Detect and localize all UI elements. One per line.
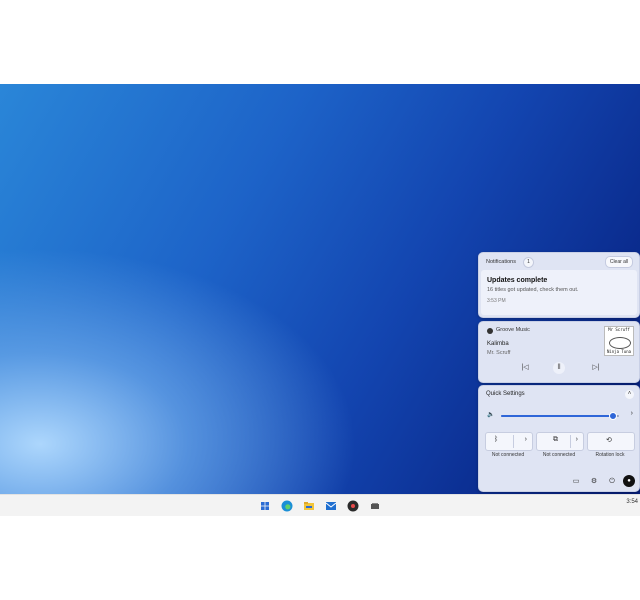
next-track-icon[interactable]: ▷| bbox=[590, 362, 602, 374]
notification-time: 3:53 PM bbox=[487, 298, 506, 304]
start-icon[interactable] bbox=[258, 499, 272, 513]
user-icon[interactable]: ● bbox=[623, 475, 635, 487]
rotation-lock-icon: ⟲ bbox=[606, 437, 612, 444]
album-art: Mr Scruff Ninja Tuna bbox=[604, 326, 634, 356]
previous-track-icon[interactable]: |◁ bbox=[519, 362, 531, 374]
tile-divider bbox=[513, 435, 514, 448]
speaker-icon[interactable]: 🔈 bbox=[487, 411, 494, 418]
notification-body: 16 titles got updated, check them out. bbox=[487, 287, 579, 293]
file-explorer-icon[interactable] bbox=[302, 499, 316, 513]
groove-music-icon bbox=[487, 328, 493, 334]
battery-icon[interactable]: ▭ bbox=[571, 477, 581, 487]
notifications-header: Notifications bbox=[486, 259, 516, 265]
taskbar: 3:54 bbox=[0, 494, 640, 516]
pause-icon[interactable]: ll bbox=[553, 362, 565, 374]
track-artist: Mr. Scruff bbox=[487, 350, 511, 356]
notification-count-badge: 1 bbox=[523, 257, 534, 268]
bluetooth-tile-label: Not connected bbox=[491, 452, 525, 458]
chevron-right-icon[interactable]: › bbox=[576, 436, 578, 443]
clear-all-button[interactable]: Clear all bbox=[605, 256, 633, 268]
chevron-right-icon[interactable]: › bbox=[631, 410, 633, 417]
edge-icon[interactable] bbox=[280, 499, 294, 513]
task-view-icon[interactable] bbox=[368, 499, 382, 513]
power-icon[interactable]: ⏻ bbox=[607, 477, 617, 487]
volume-slider-fill bbox=[501, 415, 614, 417]
album-art-text-top: Mr Scruff bbox=[608, 327, 630, 332]
album-art-text-bottom: Ninja Tuna bbox=[606, 349, 632, 354]
media-controls-panel: Groove Music Kalimba Mr. Scruff Mr Scruf… bbox=[478, 321, 640, 383]
album-art-shape bbox=[609, 337, 631, 349]
desktop-screen: Notifications 1 Clear all Updates comple… bbox=[0, 84, 640, 516]
rotation-lock-tile[interactable]: ⟲ bbox=[587, 432, 635, 451]
notification-card[interactable]: Updates complete 16 titles got updated, … bbox=[481, 270, 637, 315]
groove-music-icon[interactable] bbox=[346, 499, 360, 513]
track-title: Kalimba bbox=[487, 341, 509, 347]
quick-settings-title: Quick Settings bbox=[486, 391, 525, 397]
cast-tile-label: Not connected bbox=[542, 452, 576, 458]
bluetooth-tile[interactable]: ᛒ › bbox=[485, 432, 533, 451]
volume-slider-thumb[interactable] bbox=[609, 412, 618, 420]
chevron-up-icon[interactable]: ˄ bbox=[625, 390, 634, 399]
notification-title: Updates complete bbox=[487, 277, 548, 284]
rotation-lock-tile-label: Rotation lock bbox=[595, 452, 625, 458]
mail-icon[interactable] bbox=[324, 499, 338, 513]
tile-divider bbox=[570, 435, 571, 448]
cast-icon: ⧉ bbox=[553, 436, 558, 443]
bluetooth-icon: ᛒ bbox=[494, 436, 499, 443]
cast-tile[interactable]: ⧉ › bbox=[536, 432, 584, 451]
chevron-right-icon[interactable]: › bbox=[525, 436, 527, 443]
settings-icon[interactable]: ⚙ bbox=[589, 477, 599, 487]
notification-center: Notifications 1 Clear all Updates comple… bbox=[478, 252, 640, 318]
media-app-name: Groove Music bbox=[496, 327, 530, 333]
volume-slider[interactable] bbox=[501, 412, 619, 420]
taskbar-clock[interactable]: 3:54 bbox=[626, 498, 638, 506]
quick-settings-panel: Quick Settings ˄ 🔈 › ᛒ › ⧉ › ⟲ Not conne… bbox=[478, 385, 640, 492]
